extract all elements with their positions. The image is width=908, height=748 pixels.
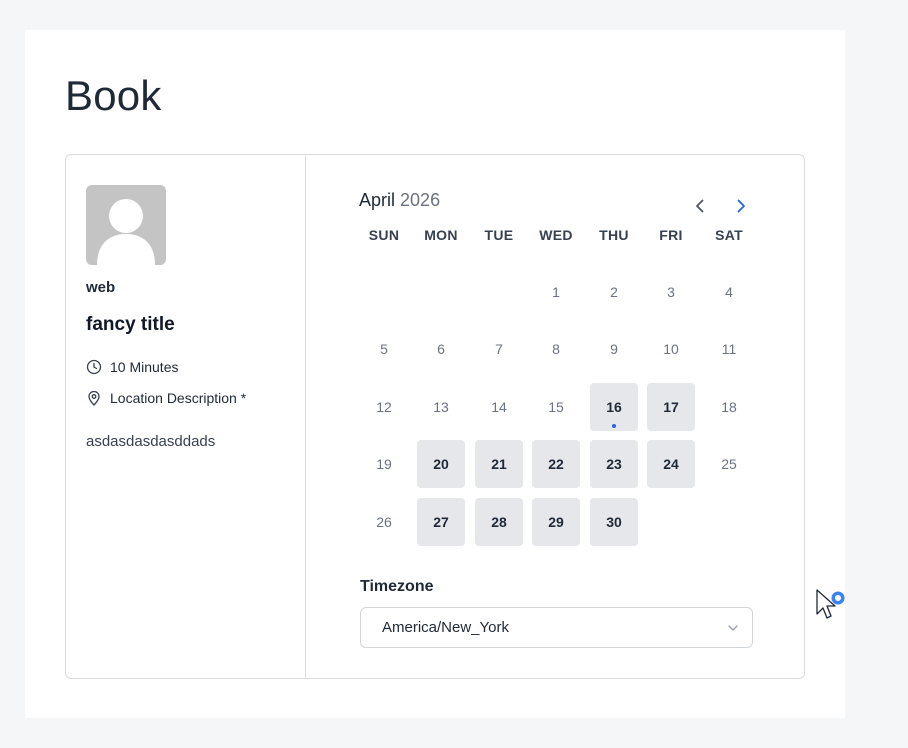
calendar-day-21[interactable]: 21 xyxy=(475,440,523,488)
location-text: Location Description * xyxy=(110,390,247,406)
event-title: fancy title xyxy=(86,314,175,335)
calendar-day-29[interactable]: 29 xyxy=(532,498,580,546)
calendar-grid: 1 2 3 4 5 6 7 8 9 10 11 12 13 14 15 16 17 18 19 20 21 22 23 24 2… xyxy=(307,155,804,678)
calendar-day-label: 24 xyxy=(663,456,679,472)
calendar-day-16[interactable]: 16 xyxy=(590,383,638,431)
chevron-down-icon xyxy=(728,625,738,631)
calendar-day-label: 10 xyxy=(663,341,679,357)
event-info-panel: web fancy title 10 Minutes Location Desc… xyxy=(66,155,306,678)
calendar-day-26: 26 xyxy=(360,498,408,546)
calendar-day-label: 9 xyxy=(610,341,618,357)
calendar-day-label: 25 xyxy=(721,456,737,472)
calendar-day-label: 13 xyxy=(433,399,449,415)
calendar-day-label: 18 xyxy=(721,399,737,415)
duration-row: 10 Minutes xyxy=(86,359,178,375)
calendar-day-1: 1 xyxy=(532,268,580,316)
user-placeholder-icon xyxy=(97,199,155,265)
calendar-day-label: 15 xyxy=(548,399,564,415)
today-indicator xyxy=(612,424,616,428)
calendar-day-7: 7 xyxy=(475,325,523,373)
calendar-day-label: 19 xyxy=(376,456,392,472)
page-card: Book web fancy title 10 Minutes Location… xyxy=(25,30,845,718)
calendar-day-13: 13 xyxy=(417,383,465,431)
calendar-day-4: 4 xyxy=(705,268,753,316)
calendar-day-20[interactable]: 20 xyxy=(417,440,465,488)
calendar-day-label: 6 xyxy=(437,341,445,357)
calendar-day-label: 28 xyxy=(491,514,507,530)
calendar-day-label: 1 xyxy=(552,284,560,300)
calendar-day-24[interactable]: 24 xyxy=(647,440,695,488)
timezone-label: Timezone xyxy=(360,578,434,595)
calendar-day-5: 5 xyxy=(360,325,408,373)
calendar-day-8: 8 xyxy=(532,325,580,373)
calendar-day-28[interactable]: 28 xyxy=(475,498,523,546)
calendar-day-label: 3 xyxy=(667,284,675,300)
calendar-day-18: 18 xyxy=(705,383,753,431)
timezone-value: America/New_York xyxy=(382,619,509,636)
calendar-day-label: 30 xyxy=(606,514,622,530)
calendar-day-30[interactable]: 30 xyxy=(590,498,638,546)
calendar-day-label: 12 xyxy=(376,399,392,415)
map-pin-icon xyxy=(86,390,102,406)
clock-icon xyxy=(86,359,102,375)
calendar-panel: April 2026 SUN MON TUE WED THU FRI SAT 1… xyxy=(307,155,804,678)
calendar-day-3: 3 xyxy=(647,268,695,316)
calendar-day-25: 25 xyxy=(705,440,753,488)
avatar xyxy=(86,185,166,265)
calendar-day-15: 15 xyxy=(532,383,580,431)
calendar-day-label: 7 xyxy=(495,341,503,357)
calendar-day-27[interactable]: 27 xyxy=(417,498,465,546)
calendar-day-label: 20 xyxy=(433,456,449,472)
calendar-day-label: 5 xyxy=(380,341,388,357)
calendar-day-11: 11 xyxy=(705,325,753,373)
calendar-day-label: 17 xyxy=(663,399,679,415)
calendar-day-label: 14 xyxy=(491,399,507,415)
calendar-day-label: 29 xyxy=(548,514,564,530)
calendar-day-label: 4 xyxy=(725,284,733,300)
calendar-day-12: 12 xyxy=(360,383,408,431)
booking-card: web fancy title 10 Minutes Location Desc… xyxy=(65,154,805,679)
calendar-day-22[interactable]: 22 xyxy=(532,440,580,488)
calendar-day-23[interactable]: 23 xyxy=(590,440,638,488)
host-name: web xyxy=(86,279,116,296)
calendar-day-label: 21 xyxy=(491,456,507,472)
location-row: Location Description * xyxy=(86,390,246,406)
calendar-day-label: 27 xyxy=(433,514,449,530)
page-title: Book xyxy=(65,72,162,119)
calendar-day-label: 2 xyxy=(610,284,618,300)
calendar-day-label: 23 xyxy=(606,456,622,472)
calendar-day-label: 26 xyxy=(376,514,392,530)
calendar-day-19: 19 xyxy=(360,440,408,488)
calendar-day-17[interactable]: 17 xyxy=(647,383,695,431)
calendar-day-label: 11 xyxy=(721,341,737,357)
calendar-day-9: 9 xyxy=(590,325,638,373)
calendar-day-10: 10 xyxy=(647,325,695,373)
calendar-day-14: 14 xyxy=(475,383,523,431)
timezone-select[interactable]: America/New_York xyxy=(360,607,753,648)
calendar-day-label: 8 xyxy=(552,341,560,357)
calendar-day-2: 2 xyxy=(590,268,638,316)
duration-text: 10 Minutes xyxy=(110,359,179,375)
event-description: asdasdasdasddads xyxy=(86,433,216,450)
calendar-day-label: 16 xyxy=(606,399,622,415)
calendar-day-label: 22 xyxy=(548,456,564,472)
calendar-day-6: 6 xyxy=(417,325,465,373)
